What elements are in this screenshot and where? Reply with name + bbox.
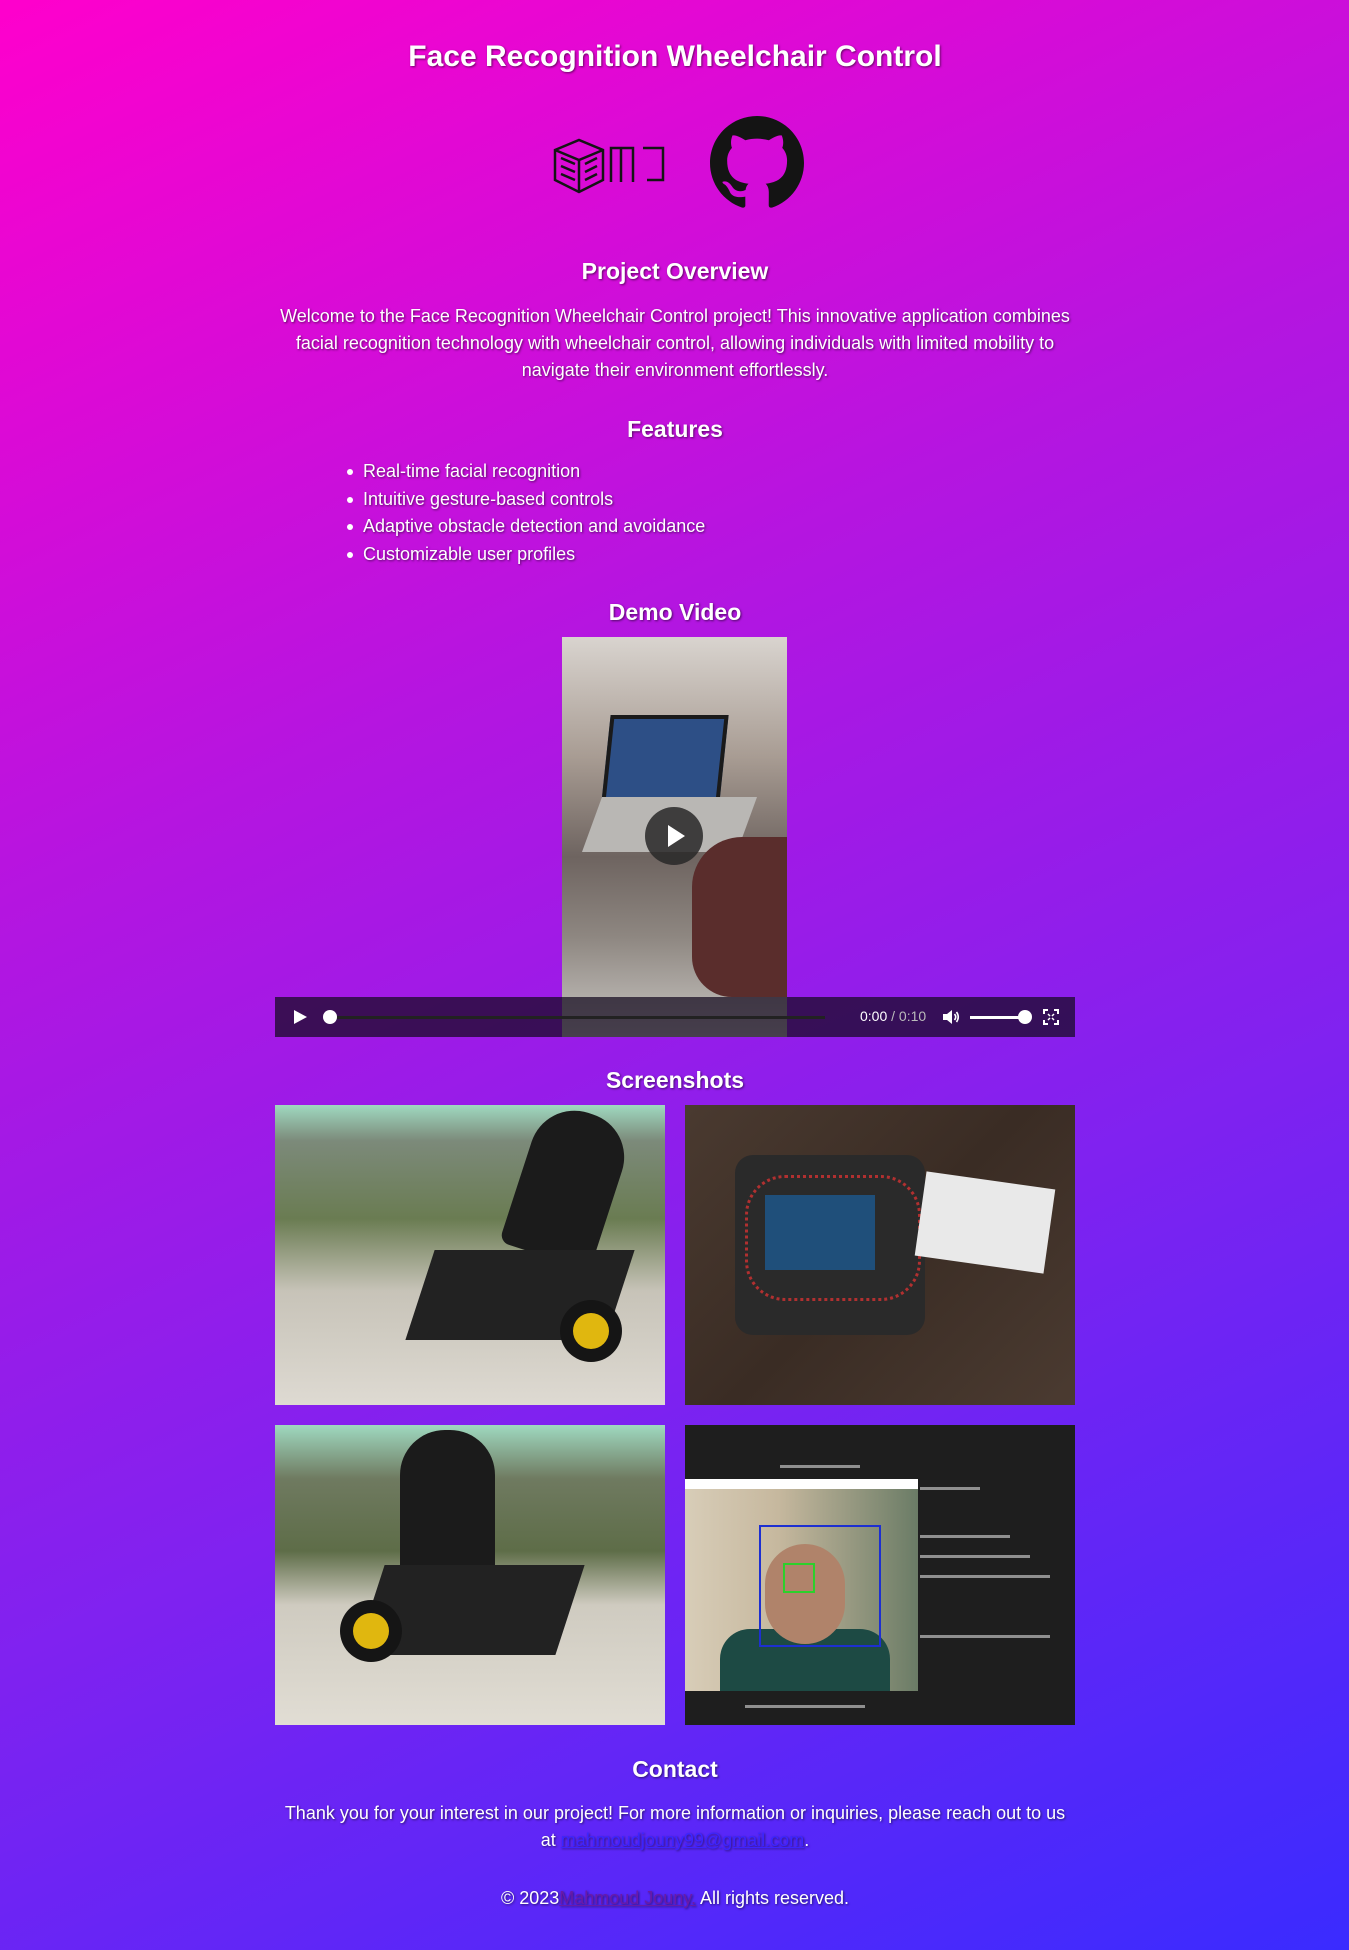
logo-row (275, 114, 1075, 214)
video-time: 0:00 / 0:10 (860, 1008, 926, 1024)
volume-slider[interactable] (970, 1016, 1025, 1019)
demo-heading: Demo Video (608, 599, 742, 625)
copyright-text: © 2023 (500, 1888, 560, 1908)
chair-wheel (340, 1600, 402, 1662)
fullscreen-icon[interactable] (1043, 1009, 1059, 1025)
contact-text: Thank you for your interest in our proje… (275, 1800, 1075, 1854)
footer: © 2023Mahmoud Jouny. All rights reserved… (275, 1885, 1075, 1912)
big-play-icon[interactable] (645, 807, 703, 865)
chair-backrest (400, 1430, 495, 1580)
time-separator: / (887, 1008, 899, 1024)
features-list: Real-time facial recognition Intuitive g… (345, 458, 705, 568)
code-line (920, 1487, 980, 1490)
robot-board (765, 1195, 875, 1270)
current-time: 0:00 (860, 1008, 888, 1024)
page-title: Face Recognition Wheelchair Control (408, 40, 942, 73)
video-controls: 0:00 / 0:10 (275, 997, 1075, 1037)
code-line (920, 1555, 1030, 1558)
duration: 0:10 (898, 1008, 927, 1024)
demo-video-player[interactable]: 0:00 / 0:10 (275, 637, 1075, 1037)
progress-bar[interactable] (325, 1016, 825, 1019)
camera-view (685, 1489, 918, 1691)
code-line (920, 1535, 1010, 1538)
screenshot-image (685, 1105, 1075, 1405)
code-line (780, 1465, 860, 1468)
mj-logo-icon (553, 138, 665, 194)
video-laptop-screen (601, 715, 729, 803)
author-link[interactable]: Mahmoud Jouny. (559, 1888, 696, 1908)
contact-text-after: . (804, 1830, 810, 1850)
github-icon (710, 116, 804, 208)
screenshot-image (685, 1425, 1075, 1725)
camera-window (685, 1479, 918, 1691)
robot-battery (914, 1171, 1056, 1274)
rights-text: All rights reserved. (696, 1888, 850, 1908)
screenshot-image (275, 1105, 665, 1405)
video-frame[interactable] (562, 637, 787, 1037)
volume-icon[interactable] (942, 1009, 960, 1025)
features-heading: Features (627, 416, 723, 442)
chair-wheel (560, 1300, 622, 1362)
screenshots-heading: Screenshots (605, 1067, 745, 1093)
feature-item: Real-time facial recognition (345, 458, 705, 486)
email-link[interactable]: mahmoudjouny99@gmail.com (561, 1830, 804, 1850)
play-icon[interactable] (294, 1010, 307, 1024)
mj-logo-link[interactable] (551, 136, 671, 203)
overview-text: Welcome to the Face Recognition Wheelcha… (280, 306, 1070, 380)
camera-titlebar (685, 1479, 918, 1489)
volume-knob[interactable] (1018, 1010, 1032, 1024)
face-detection-box (759, 1525, 881, 1647)
github-link[interactable] (710, 116, 804, 215)
contact-heading: Contact (632, 1756, 718, 1782)
overview-heading: Project Overview (581, 258, 769, 284)
video-arm (692, 837, 787, 997)
chair-backrest (499, 1105, 636, 1272)
screenshot-image (275, 1425, 665, 1725)
eye-detection-box (783, 1563, 815, 1593)
code-line (745, 1705, 865, 1708)
code-line (920, 1575, 1050, 1578)
feature-item: Intuitive gesture-based controls (345, 486, 705, 514)
feature-item: Adaptive obstacle detection and avoidanc… (345, 513, 705, 541)
code-line (920, 1635, 1050, 1638)
feature-item: Customizable user profiles (345, 541, 705, 569)
progress-knob[interactable] (323, 1010, 337, 1024)
